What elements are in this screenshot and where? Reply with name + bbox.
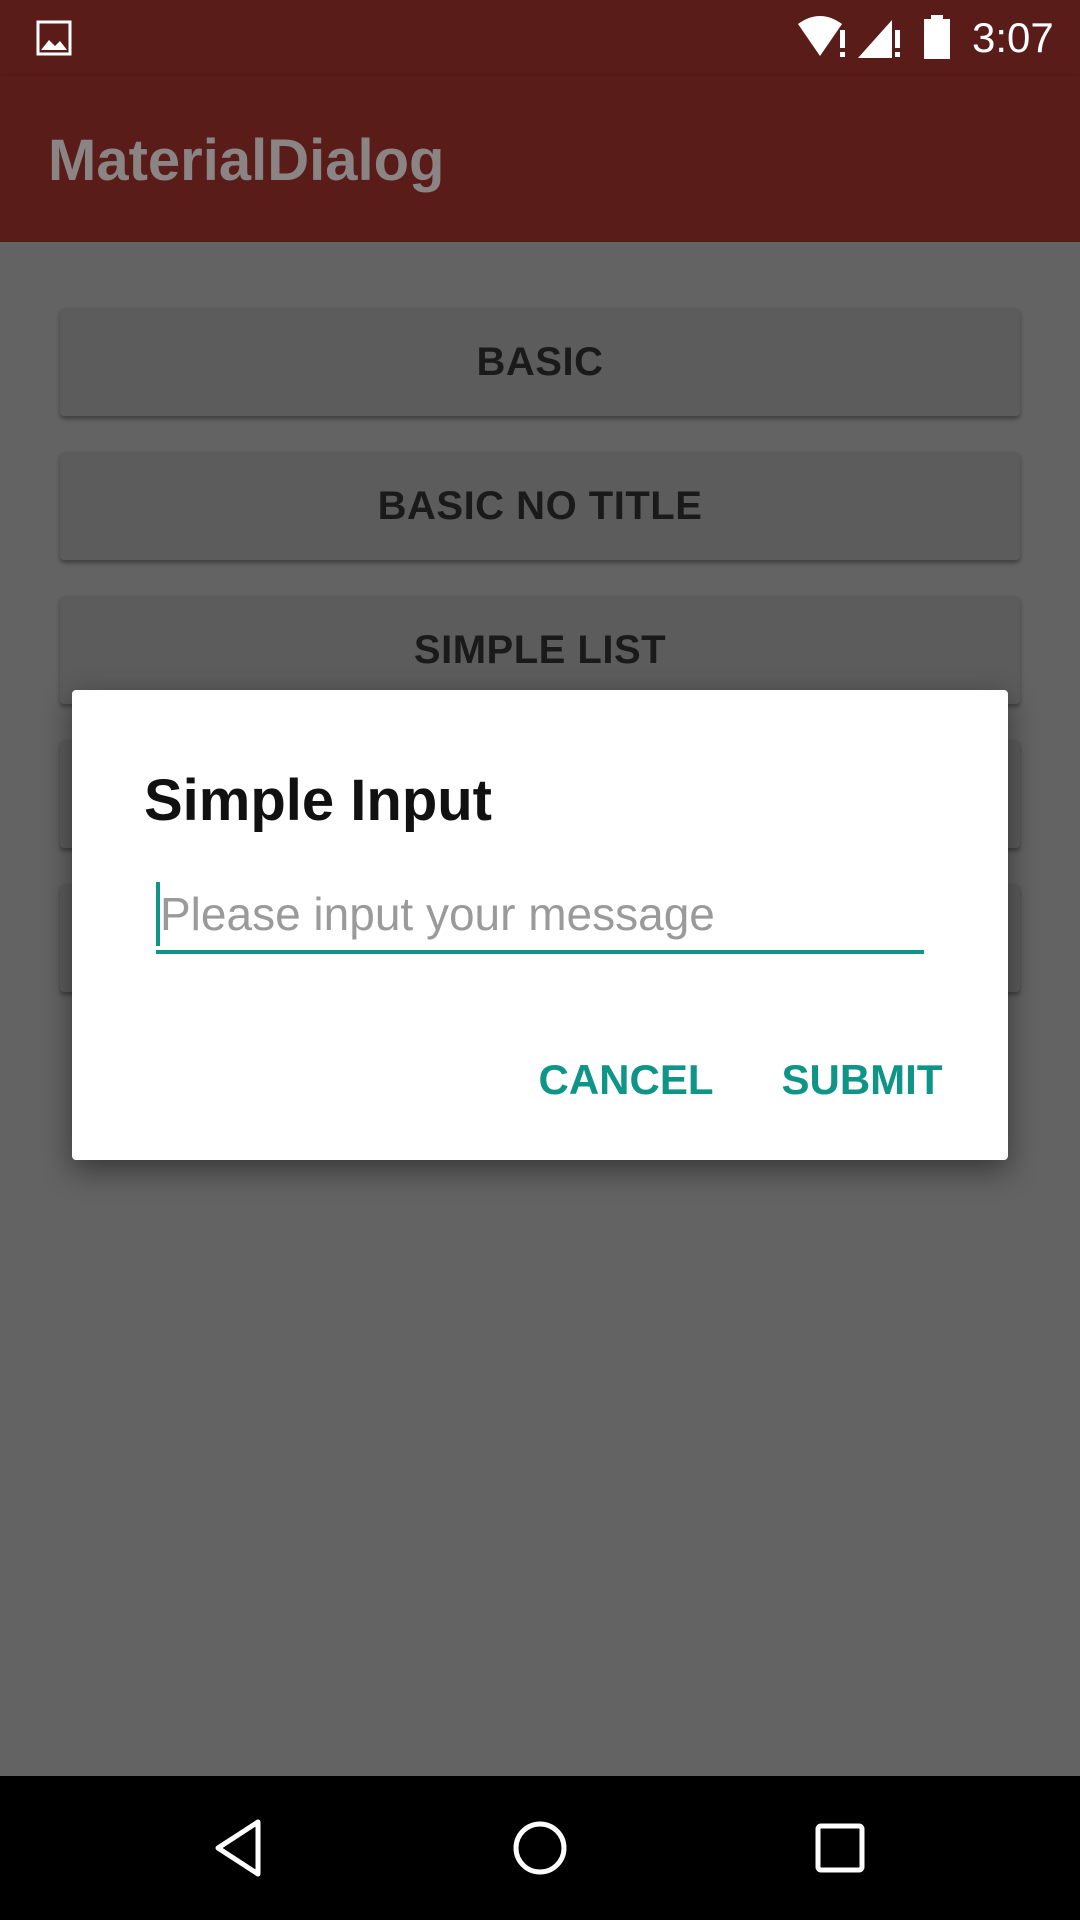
signal-icon [858, 20, 900, 58]
home-icon[interactable] [508, 1816, 572, 1880]
basic-button[interactable]: BASIC [60, 308, 1020, 416]
simple-input-dialog: Simple Input CANCEL SUBMIT [72, 690, 1008, 1160]
screen: 3:07 MaterialDialog BASIC BASIC NO TITLE… [0, 0, 1080, 1920]
message-input-container[interactable] [156, 882, 924, 954]
wifi-icon [798, 16, 845, 57]
gallery-icon [36, 20, 72, 56]
status-bar: 3:07 [0, 0, 1080, 76]
message-input[interactable] [160, 882, 920, 946]
app-bar: MaterialDialog [0, 76, 1080, 242]
status-clock: 3:07 [972, 14, 1054, 61]
back-icon[interactable] [208, 1816, 272, 1880]
dialog-title: Simple Input [144, 768, 492, 833]
simple-list-button[interactable]: SIMPLE LIST [60, 596, 1020, 704]
recents-icon[interactable] [808, 1816, 872, 1880]
app-title: MaterialDialog [48, 128, 445, 193]
basic-no-title-button[interactable]: BASIC NO TITLE [60, 452, 1020, 560]
battery-icon [924, 15, 950, 59]
navigation-bar [0, 1776, 1080, 1920]
cancel-button[interactable]: CANCEL [538, 1048, 714, 1112]
submit-button[interactable]: SUBMIT [778, 1048, 946, 1112]
